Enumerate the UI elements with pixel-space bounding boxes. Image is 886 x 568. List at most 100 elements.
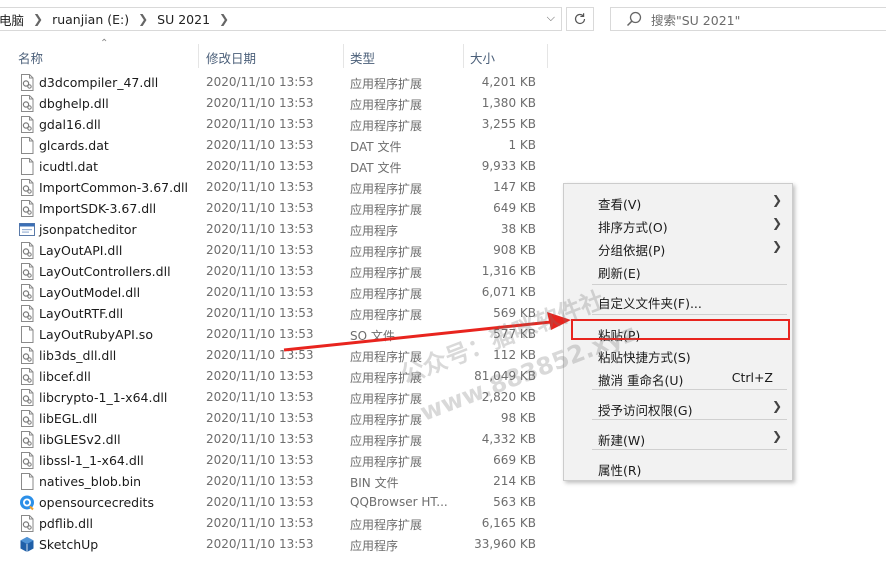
column-date[interactable]: 修改日期 [206,48,256,67]
file-type: BIN 文件 [350,476,399,490]
file-row[interactable]: LayOutRubyAPI.so 2020/11/10 13:53 SO 文件 577… [0,324,560,345]
menu-item-paste-shortcut[interactable]: 粘贴快捷方式(S) [564,343,792,365]
file-name[interactable]: LayOutRTF.dll [39,306,123,321]
file-row[interactable]: LayOutControllers.dll 2020/11/10 13:53 应用程… [0,261,560,282]
menu-separator [592,389,787,390]
breadcrumb-separator-icon[interactable]: ❯ [138,12,148,26]
file-name[interactable]: LayOutControllers.dll [39,264,171,279]
file-type: 应用程序扩展 [350,77,423,91]
file-row[interactable]: libssl-1_1-x64.dll 2020/11/10 13:53 应用程序扩展… [0,450,560,471]
file-name[interactable]: libGLESv2.dll [39,432,121,447]
file-row[interactable]: lib3ds_dll.dll 2020/11/10 13:53 应用程序扩展 112 … [0,345,560,366]
file-row[interactable]: LayOutModel.dll 2020/11/10 13:53 应用程序扩展 6,0… [0,282,560,303]
dll-file-icon [19,74,35,91]
file-name[interactable]: ImportCommon-3.67.dll [39,180,188,195]
file-name[interactable]: libssl-1_1-x64.dll [39,453,144,468]
dll-file-icon [19,431,35,448]
file-size: 6,165 KB [481,516,536,530]
search-box[interactable]: 搜索"SU 2021" [610,7,886,31]
file-row[interactable]: pdflib.dll 2020/11/10 13:53 应用程序扩展 6,165 KB [0,513,560,534]
column-divider[interactable] [198,44,199,68]
file-type: 应用程序扩展 [350,203,423,217]
menu-item-new[interactable]: 新建(W) ❯ [564,426,792,448]
file-name[interactable]: d3dcompiler_47.dll [39,75,158,90]
dll-file-icon [19,410,35,427]
file-row[interactable]: libEGL.dll 2020/11/10 13:53 应用程序扩展 98 KB [0,408,560,429]
file-date: 2020/11/10 13:53 [206,327,314,341]
column-divider[interactable] [343,44,344,68]
file-name[interactable]: dbghelp.dll [39,96,109,111]
file-name[interactable]: ImportSDK-3.67.dll [39,201,156,216]
file-date: 2020/11/10 13:53 [206,369,314,383]
file-name[interactable]: natives_blob.bin [39,474,141,489]
file-name[interactable]: glcards.dat [39,138,109,153]
file-date: 2020/11/10 13:53 [206,306,314,320]
chevron-down-icon[interactable]: ⌵ [547,11,555,25]
file-row[interactable]: libcef.dll 2020/11/10 13:53 应用程序扩展 81,049 K… [0,366,560,387]
file-row[interactable]: natives_blob.bin 2020/11/10 13:53 BIN 文件 21… [0,471,560,492]
menu-item-view[interactable]: 查看(V) ❯ [564,190,792,212]
address-bar[interactable]: 电脑 ❯ ruanjian (E:) ❯ SU 2021 ❯ ⌵ [0,7,562,31]
file-row[interactable]: SketchUp 2020/11/10 13:53 应用程序 33,960 KB [0,534,560,555]
breadcrumb-this-pc[interactable]: 电脑 [0,10,24,29]
file-date: 2020/11/10 13:53 [206,285,314,299]
menu-item-refresh[interactable]: 刷新(E) [564,259,792,281]
file-row[interactable]: ImportSDK-3.67.dll 2020/11/10 13:53 应用程序扩展… [0,198,560,219]
file-name[interactable]: pdflib.dll [39,516,93,531]
column-type[interactable]: 类型 [350,48,375,67]
file-date: 2020/11/10 13:53 [206,243,314,257]
menu-item-undo-rename[interactable]: 撤消 重命名(U) Ctrl+Z [564,366,792,388]
file-type: DAT 文件 [350,161,402,175]
menu-item-group-by[interactable]: 分组依据(P) ❯ [564,236,792,258]
column-size[interactable]: 大小 [470,48,495,67]
file-row[interactable]: LayOutAPI.dll 2020/11/10 13:53 应用程序扩展 908 K… [0,240,560,261]
column-divider[interactable] [547,44,548,68]
file-row[interactable]: LayOutRTF.dll 2020/11/10 13:53 应用程序扩展 569 K… [0,303,560,324]
menu-item-sort-by[interactable]: 排序方式(O) ❯ [564,213,792,235]
file-row[interactable]: opensourcecredits 2020/11/10 13:53 QQBrows… [0,492,560,513]
menu-item-label: 自定义文件夹(F)... [598,296,702,311]
file-name[interactable]: LayOutModel.dll [39,285,140,300]
file-row[interactable]: ImportCommon-3.67.dll 2020/11/10 13:53 应用程… [0,177,560,198]
menu-item-customize-folder[interactable]: 自定义文件夹(F)... [564,289,792,311]
file-row[interactable]: gdal16.dll 2020/11/10 13:53 应用程序扩展 3,255 KB [0,114,560,135]
file-name[interactable]: jsonpatcheditor [39,222,137,237]
file-row[interactable]: libcrypto-1_1-x64.dll 2020/11/10 13:53 应用程… [0,387,560,408]
breadcrumb-separator-icon[interactable]: ❯ [219,12,229,26]
file-size: 3,255 KB [481,117,536,131]
file-row[interactable]: d3dcompiler_47.dll 2020/11/10 13:53 应用程序扩展… [0,72,560,93]
file-date: 2020/11/10 13:53 [206,432,314,446]
file-name[interactable]: libEGL.dll [39,411,97,426]
menu-item-properties[interactable]: 属性(R) [564,456,792,478]
file-name[interactable]: icudtl.dat [39,159,98,174]
menu-item-give-access[interactable]: 授予访问权限(G) ❯ [564,396,792,418]
file-name[interactable]: libcef.dll [39,369,91,384]
file-row[interactable]: icudtl.dat 2020/11/10 13:53 DAT 文件 9,933 KB [0,156,560,177]
search-placeholder[interactable]: 搜索"SU 2021" [651,10,740,29]
file-name[interactable]: SketchUp [39,537,98,552]
file-size: 1,380 KB [481,96,536,110]
breadcrumb-folder[interactable]: SU 2021 [157,12,210,27]
file-name[interactable]: lib3ds_dll.dll [39,348,116,363]
refresh-button[interactable] [566,7,594,31]
file-row[interactable]: glcards.dat 2020/11/10 13:53 DAT 文件 1 KB [0,135,560,156]
file-row[interactable]: dbghelp.dll 2020/11/10 13:53 应用程序扩展 1,380 K… [0,93,560,114]
file-row[interactable]: libGLESv2.dll 2020/11/10 13:53 应用程序扩展 4,332… [0,429,560,450]
file-date: 2020/11/10 13:53 [206,390,314,404]
file-name[interactable]: LayOutRubyAPI.so [39,327,153,342]
column-divider[interactable] [463,44,464,68]
file-name[interactable]: libcrypto-1_1-x64.dll [39,390,167,405]
file-name[interactable]: opensourcecredits [39,495,154,510]
file-name[interactable]: gdal16.dll [39,117,101,132]
file-date: 2020/11/10 13:53 [206,474,314,488]
file-row[interactable]: jsonpatcheditor 2020/11/10 13:53 应用程序 38 KB [0,219,560,240]
file-size: 9,933 KB [481,159,536,173]
file-type: DAT 文件 [350,140,402,154]
file-type: 应用程序扩展 [350,182,423,196]
file-name[interactable]: LayOutAPI.dll [39,243,122,258]
column-name[interactable]: 名称 [18,48,43,67]
file-size: 1 KB [508,138,536,152]
breadcrumb-separator-icon[interactable]: ❯ [33,12,43,26]
breadcrumb-drive[interactable]: ruanjian (E:) [52,12,129,27]
file-date: 2020/11/10 13:53 [206,495,314,509]
